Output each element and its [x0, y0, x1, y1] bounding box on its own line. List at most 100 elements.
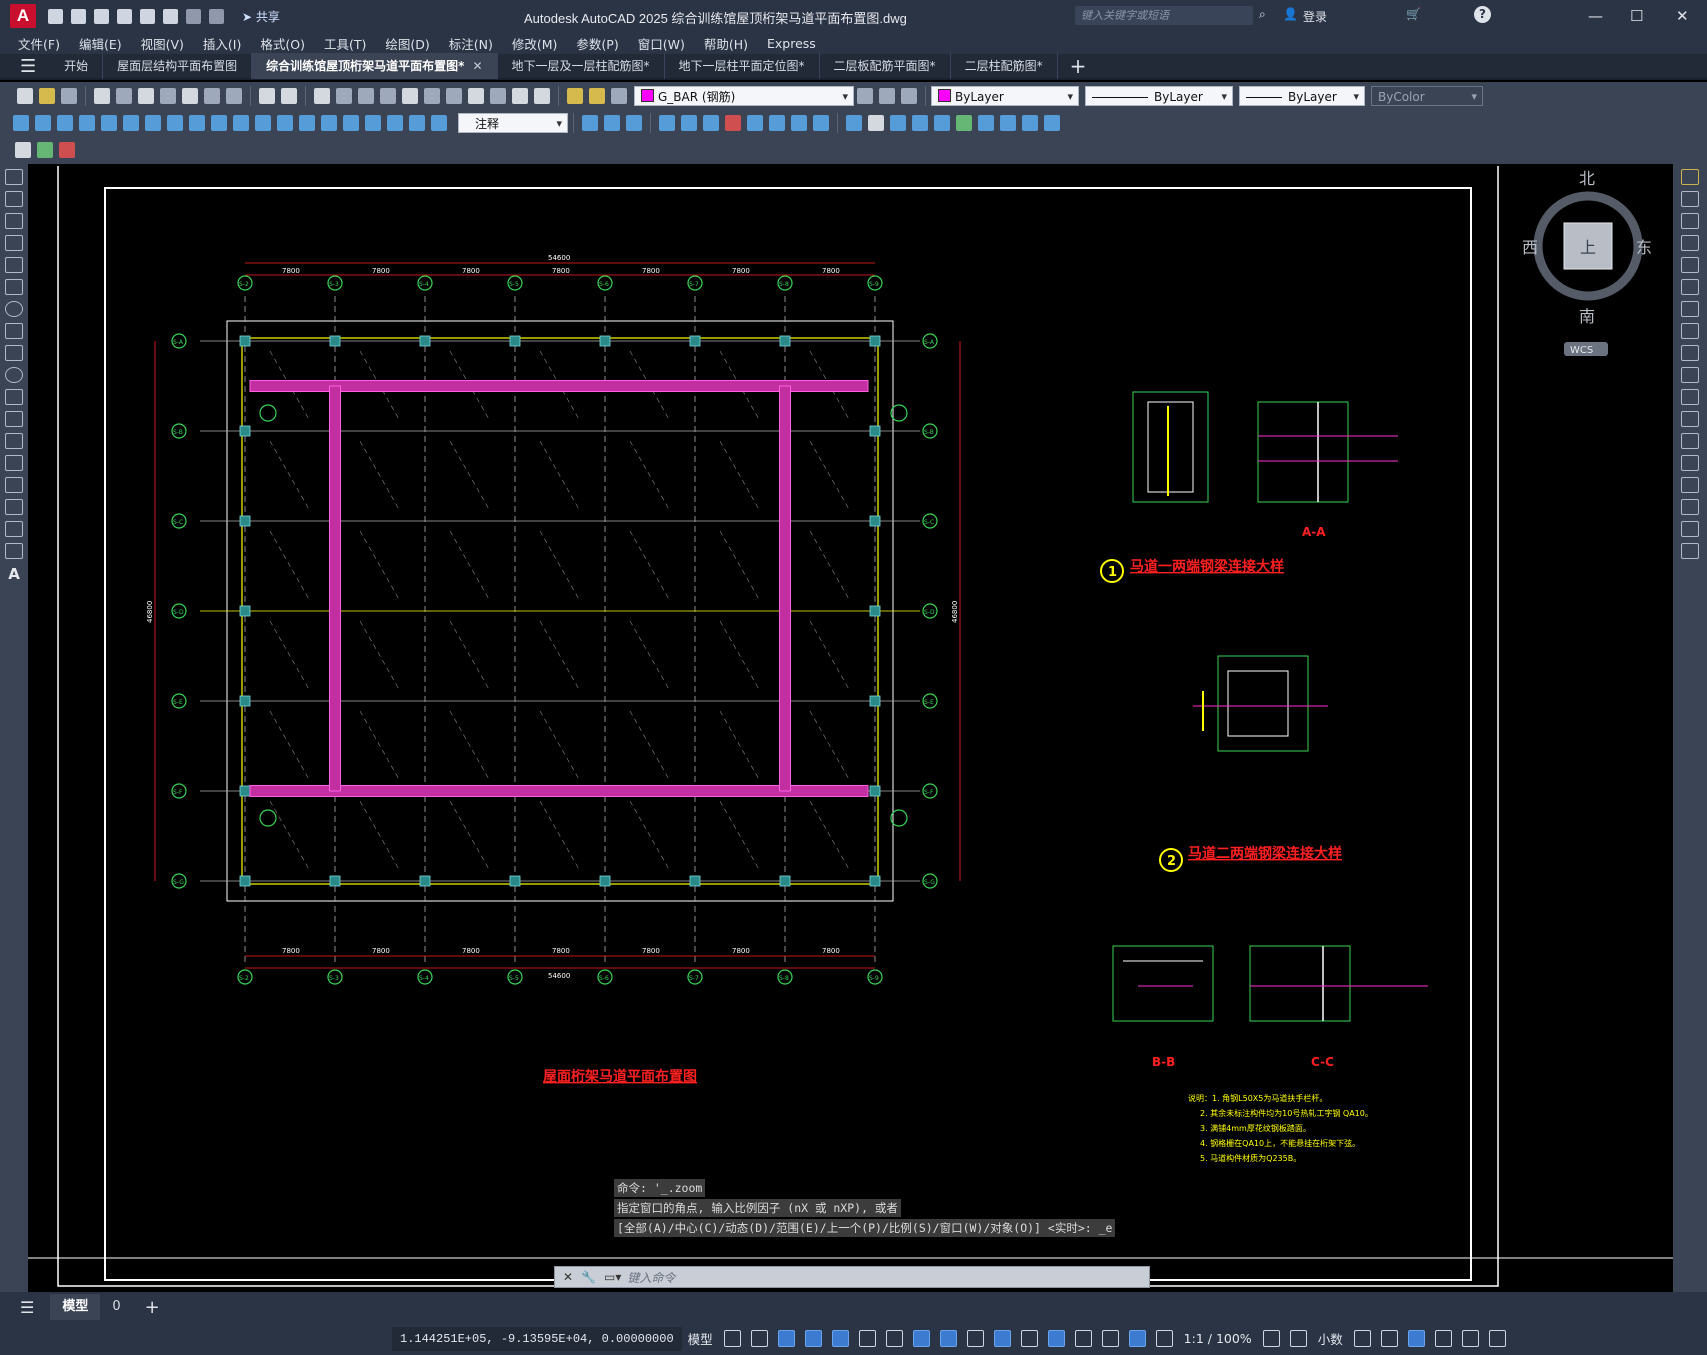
isodraft-icon[interactable]: [885, 1330, 903, 1347]
cart-icon[interactable]: 🛒: [1406, 7, 1421, 21]
layer-lock-icon[interactable]: [611, 88, 627, 104]
workspace-gear-icon[interactable]: [1262, 1330, 1280, 1347]
match-properties-icon[interactable]: [226, 88, 242, 104]
arc-icon[interactable]: [5, 279, 23, 295]
close-command-line-icon[interactable]: ✕: [563, 1270, 573, 1284]
gradient-icon[interactable]: [5, 499, 23, 515]
add-layout-icon[interactable]: +: [145, 1297, 160, 1318]
plot-icon[interactable]: [94, 88, 110, 104]
layer-freeze-icon[interactable]: [589, 88, 605, 104]
modify-rotate-icon[interactable]: [703, 115, 719, 131]
explode-icon[interactable]: [1681, 543, 1699, 559]
autocad-logo[interactable]: A: [10, 4, 36, 28]
region-icon[interactable]: [5, 521, 23, 537]
menu-edit[interactable]: 编辑(E): [79, 34, 122, 53]
rotate-icon[interactable]: [1681, 301, 1699, 317]
login-label[interactable]: 登录: [1303, 8, 1327, 25]
infer-constraints-icon[interactable]: [777, 1330, 795, 1347]
new-tab-icon[interactable]: +: [1070, 54, 1087, 78]
object-snap-icon[interactable]: [939, 1330, 957, 1347]
menu-draw[interactable]: 绘图(D): [385, 34, 429, 53]
maximize-button[interactable]: ☐: [1630, 7, 1643, 25]
modify-lengthen-icon[interactable]: [956, 115, 972, 131]
layer-dropdown[interactable]: G_BAR (钢筋): [634, 86, 854, 107]
modify-move-icon[interactable]: [681, 115, 697, 131]
modify-align-icon[interactable]: [1022, 115, 1038, 131]
copy-icon[interactable]: [1681, 191, 1699, 207]
move-icon[interactable]: [1681, 279, 1699, 295]
modify-explode-icon[interactable]: [934, 115, 950, 131]
tab-roof-structure[interactable]: 屋面层结构平面布置图: [103, 53, 253, 79]
tab-basement-column-position[interactable]: 地下一层柱平面定位图*: [665, 53, 820, 79]
layer-states-icon[interactable]: [901, 88, 917, 104]
modify-stretch-icon[interactable]: [769, 115, 785, 131]
viewcube[interactable]: 上 北 南 西 东 WCS: [1522, 169, 1652, 356]
lineweight-icon[interactable]: [966, 1330, 984, 1347]
modify-erase-icon[interactable]: [725, 115, 741, 131]
continue-dimension-icon[interactable]: [233, 115, 249, 131]
menu-tools[interactable]: 工具(T): [324, 34, 366, 53]
tolerance-icon[interactable]: [299, 115, 315, 131]
menu-express[interactable]: Express: [767, 36, 816, 51]
modify-scale-icon[interactable]: [747, 115, 763, 131]
tab-column-rebar[interactable]: 二层柱配筋图*: [951, 53, 1058, 79]
modify-extend-icon[interactable]: [813, 115, 829, 131]
save-as-icon[interactable]: [117, 8, 132, 24]
modify-array-icon[interactable]: [659, 115, 675, 131]
linear-dimension-icon[interactable]: [13, 115, 29, 131]
quick-dimension-icon[interactable]: [189, 115, 205, 131]
circle-icon[interactable]: [5, 301, 23, 317]
cut-icon[interactable]: [160, 88, 176, 104]
copy-icon[interactable]: [182, 88, 198, 104]
command-prompt-icon[interactable]: ▭▾: [604, 1270, 621, 1284]
markup-icon[interactable]: [490, 88, 506, 104]
ellipse-arc-icon[interactable]: [5, 389, 23, 405]
menu-window[interactable]: 窗口(W): [638, 34, 685, 53]
modify-overkill-icon[interactable]: [1044, 115, 1060, 131]
block-editor-icon[interactable]: [15, 142, 31, 158]
new-icon[interactable]: [17, 88, 33, 104]
menu-parametric[interactable]: 参数(P): [576, 34, 618, 53]
calculator-icon[interactable]: [512, 88, 528, 104]
command-input[interactable]: 键入命令: [627, 1269, 675, 1286]
hamburger-menu-icon[interactable]: ☰: [20, 56, 36, 77]
diameter-dimension-icon[interactable]: [145, 115, 161, 131]
save-icon[interactable]: [61, 88, 77, 104]
modify-chamfer-icon[interactable]: [890, 115, 906, 131]
publish-icon[interactable]: [138, 88, 154, 104]
undo-icon[interactable]: [259, 88, 275, 104]
break-icon[interactable]: [1681, 433, 1699, 449]
radius-dimension-icon[interactable]: [101, 115, 117, 131]
modify-copy-icon[interactable]: [582, 115, 598, 131]
dynamic-input-icon[interactable]: [804, 1330, 822, 1347]
attribute-icon[interactable]: [37, 142, 53, 158]
model-space-button[interactable]: 模型: [688, 1329, 713, 1348]
extend-icon[interactable]: [1681, 389, 1699, 405]
open-icon[interactable]: [71, 8, 86, 24]
selection-cycling-icon[interactable]: [1020, 1330, 1038, 1347]
zoom-window-icon[interactable]: [358, 88, 374, 104]
dimension-edit-icon[interactable]: [387, 115, 403, 131]
plot-preview-icon[interactable]: [116, 88, 132, 104]
tab-truss-catwalk[interactable]: 综合训练馆屋顶桁架马道平面布置图* ✕: [252, 53, 498, 79]
plot-icon[interactable]: [163, 8, 178, 24]
annotation-style-dropdown[interactable]: 注释: [458, 113, 568, 134]
snap-icon[interactable]: [750, 1330, 768, 1347]
object-snap-tracking-icon[interactable]: [912, 1330, 930, 1347]
design-center-icon[interactable]: [424, 88, 440, 104]
break-at-point-icon[interactable]: [1681, 411, 1699, 427]
ortho-icon[interactable]: [831, 1330, 849, 1347]
3d-snap-icon[interactable]: [1047, 1330, 1065, 1347]
erase-icon[interactable]: [1681, 169, 1699, 185]
selection-filter-icon[interactable]: [1101, 1330, 1119, 1347]
customization-icon[interactable]: [1488, 1330, 1506, 1347]
aligned-dimension-icon[interactable]: [35, 115, 51, 131]
menu-dimension[interactable]: 标注(N): [449, 34, 493, 53]
menu-insert[interactable]: 插入(I): [203, 34, 241, 53]
angular-dimension-icon[interactable]: [167, 115, 183, 131]
search-input[interactable]: 键入关键字或短语: [1075, 6, 1253, 25]
share-button[interactable]: ➤ 共享: [242, 8, 280, 25]
undo-icon[interactable]: [186, 8, 201, 24]
menu-view[interactable]: 视图(V): [141, 34, 184, 53]
construction-line-icon[interactable]: [5, 191, 23, 207]
